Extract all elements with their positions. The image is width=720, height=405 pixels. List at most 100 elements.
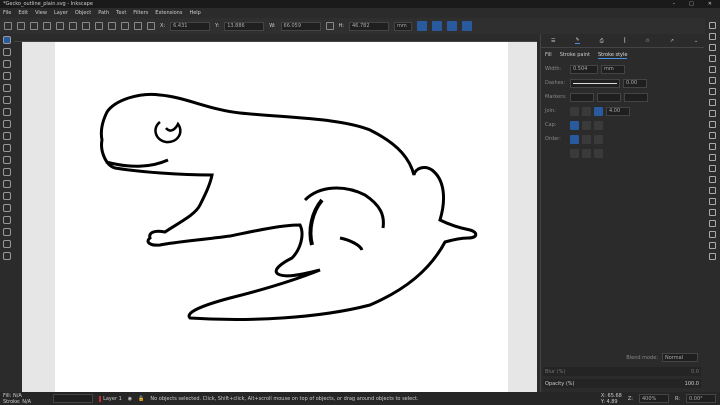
blur-slider[interactable]: Blur (%) 0.0 — [543, 367, 701, 376]
order-markers-button[interactable] — [594, 134, 603, 144]
zoom-drawing-icon[interactable] — [709, 154, 716, 161]
mesh-tool-icon[interactable] — [3, 180, 11, 188]
start-marker-select[interactable] — [570, 92, 594, 102]
lower-bottom-icon[interactable] — [147, 22, 155, 30]
align-tab-icon[interactable]: ⫿ — [624, 38, 626, 44]
rotate-cw-icon[interactable] — [69, 22, 77, 30]
eraser-tool-icon[interactable] — [3, 216, 11, 224]
import-icon[interactable] — [709, 66, 716, 73]
flip-h-icon[interactable] — [82, 22, 90, 30]
square-cap-button[interactable] — [594, 120, 603, 130]
opacity-slider[interactable]: Opacity (%) 100.0 — [543, 379, 701, 388]
tab-fill[interactable]: Fill — [545, 52, 552, 58]
zoom-tool-icon[interactable] — [3, 240, 11, 248]
order-fill-stroke-markers-button[interactable] — [570, 134, 579, 144]
canvas[interactable] — [22, 42, 537, 392]
menu-extensions[interactable]: Extensions — [155, 10, 182, 16]
round-cap-button[interactable] — [582, 120, 591, 130]
dashes-select[interactable] — [570, 78, 620, 88]
h-input[interactable]: 46.782 — [349, 21, 389, 31]
butt-cap-button[interactable] — [570, 120, 579, 130]
text-tool-icon[interactable] — [3, 156, 11, 164]
menu-object[interactable]: Object — [75, 10, 91, 16]
node-tool-icon[interactable] — [3, 48, 11, 56]
raise-top-icon[interactable] — [108, 22, 116, 30]
rotate-ccw-icon[interactable] — [56, 22, 64, 30]
export-tab-icon[interactable]: ⎙ — [600, 38, 604, 44]
menu-layer[interactable]: Layer — [54, 10, 68, 16]
align-icon[interactable] — [709, 242, 716, 249]
star-tool-icon[interactable] — [3, 96, 11, 104]
export-icon[interactable] — [709, 77, 716, 84]
cut-icon[interactable] — [709, 121, 716, 128]
close-button[interactable]: ✕ — [708, 1, 712, 7]
order-stroke-fill-button[interactable] — [582, 134, 591, 144]
fill-stroke-tab-icon[interactable]: ✎ — [575, 37, 580, 44]
copy-icon[interactable] — [709, 110, 716, 117]
unit-select[interactable]: mm — [394, 21, 412, 31]
rotation-input[interactable]: 0.00° — [686, 394, 716, 403]
y-input[interactable]: 13.886 — [224, 21, 265, 31]
clone-icon[interactable] — [709, 187, 716, 194]
miter-limit-input[interactable]: 4.00 — [606, 106, 630, 116]
dash-offset-input[interactable]: 0.00 — [623, 78, 647, 88]
open-icon[interactable] — [709, 33, 716, 40]
layer-selector[interactable]: Layer 1 — [99, 395, 122, 402]
redo-icon[interactable] — [709, 99, 716, 106]
order-option-4-button[interactable] — [570, 148, 579, 158]
objects-tab-icon[interactable]: ☰ — [551, 38, 555, 44]
zoom-selection-icon[interactable] — [709, 143, 716, 150]
menu-file[interactable]: File — [3, 10, 11, 16]
width-unit-select[interactable]: mm — [601, 64, 625, 74]
order-option-5-button[interactable] — [582, 148, 591, 158]
paint-bucket-tool-icon[interactable] — [3, 204, 11, 212]
round-join-button[interactable] — [582, 106, 591, 116]
pen-tool-icon[interactable] — [3, 132, 11, 140]
menu-path[interactable]: Path — [98, 10, 109, 16]
miter-join-button[interactable] — [594, 106, 603, 116]
ellipse-tool-icon[interactable] — [3, 84, 11, 92]
tab-stroke-style[interactable]: Stroke style — [597, 52, 628, 59]
lock-icon[interactable] — [325, 22, 334, 30]
menu-filters[interactable]: Filters — [133, 10, 148, 16]
tweak-tool-icon[interactable] — [3, 60, 11, 68]
print-icon[interactable] — [709, 55, 716, 62]
selector-tool-icon[interactable] — [3, 36, 11, 44]
stroke-width-input[interactable] — [53, 394, 94, 403]
lock-layer-icon[interactable]: 🔓 — [138, 396, 144, 402]
measure-tool-icon[interactable] — [3, 252, 11, 260]
zoom-page-icon[interactable] — [709, 165, 716, 172]
scale-radius-icon[interactable] — [432, 21, 442, 31]
group-icon[interactable] — [709, 198, 716, 205]
zoom-input[interactable]: 400% — [638, 394, 669, 403]
maximize-button[interactable]: □ — [689, 1, 694, 7]
symbols-tab-icon[interactable]: ♲ — [645, 38, 649, 44]
end-marker-select[interactable] — [624, 92, 648, 102]
flip-v-icon[interactable] — [95, 22, 103, 30]
spiral-tool-icon[interactable] — [3, 108, 11, 116]
pencil-tool-icon[interactable] — [3, 120, 11, 128]
raise-icon[interactable] — [121, 22, 129, 30]
minimize-button[interactable]: – — [673, 1, 676, 7]
paste-icon[interactable] — [709, 132, 716, 139]
lower-icon[interactable] — [134, 22, 142, 30]
save-icon[interactable] — [709, 44, 716, 51]
duplicate-icon[interactable] — [709, 176, 716, 183]
dropper-tool-icon[interactable] — [3, 192, 11, 200]
x-input[interactable]: 6.431 — [170, 21, 211, 31]
path-effects-tab-icon[interactable]: ↗ — [670, 38, 674, 44]
fill-stroke-icon[interactable] — [709, 220, 716, 227]
menu-edit[interactable]: Edit — [18, 10, 28, 16]
tab-stroke-paint[interactable]: Stroke paint — [560, 52, 590, 58]
connector-tool-icon[interactable] — [3, 228, 11, 236]
xml-editor-icon[interactable] — [709, 253, 716, 260]
menu-view[interactable]: View — [35, 10, 47, 16]
transform-icon[interactable] — [43, 22, 51, 30]
move-pattern-icon[interactable] — [462, 21, 472, 31]
select-all-layers-icon[interactable] — [17, 22, 25, 30]
select-all-icon[interactable] — [4, 22, 12, 30]
blend-mode-select[interactable]: Normal — [662, 353, 698, 362]
move-gradient-icon[interactable] — [447, 21, 457, 31]
text-font-icon[interactable] — [709, 231, 716, 238]
calligraphy-tool-icon[interactable] — [3, 144, 11, 152]
